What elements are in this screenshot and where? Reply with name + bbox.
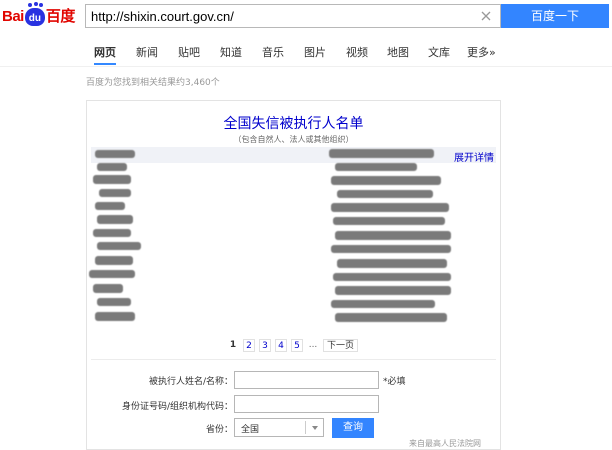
redaction-block bbox=[331, 176, 441, 185]
tab-video[interactable]: 视频 bbox=[346, 44, 368, 60]
dishonest-list-card: 全国失信被执行人名单 （包含自然人、法人或其他组织） 展开详情 1 2 3 4 … bbox=[86, 100, 501, 450]
redaction-block bbox=[333, 273, 451, 281]
next-page-button[interactable]: 下一页 bbox=[323, 338, 359, 352]
redaction-block bbox=[337, 190, 433, 198]
source-note: 来自最高人民法院网 bbox=[409, 439, 481, 448]
redaction-block bbox=[97, 163, 127, 171]
redaction-block bbox=[331, 300, 435, 308]
page-ellipsis: ... bbox=[308, 339, 318, 350]
search-box bbox=[85, 4, 501, 28]
search-input[interactable] bbox=[86, 5, 466, 27]
name-label: 被执行人姓名/名称： bbox=[148, 377, 233, 387]
logo-text-du: du bbox=[28, 12, 41, 24]
redaction-block bbox=[335, 286, 451, 295]
id-input[interactable] bbox=[234, 395, 379, 413]
tab-images[interactable]: 图片 bbox=[304, 44, 326, 60]
redaction-block bbox=[335, 231, 451, 240]
redaction-block bbox=[331, 203, 449, 212]
redaction-block bbox=[95, 202, 125, 210]
header-bar: Bai du 百度 百度一下 bbox=[0, 0, 612, 34]
redaction-block bbox=[335, 163, 417, 171]
tab-tieba[interactable]: 贴吧 bbox=[178, 44, 200, 60]
redaction-block bbox=[337, 259, 447, 268]
required-hint: *必填 bbox=[383, 377, 406, 387]
active-tab-indicator bbox=[94, 63, 116, 65]
query-button[interactable]: 查询 bbox=[332, 418, 374, 438]
logo-text-baidu-cn: 百度 bbox=[45, 8, 76, 25]
page-4[interactable]: 4 bbox=[275, 338, 287, 352]
select-divider bbox=[305, 421, 306, 434]
card-subtitle: （包含自然人、法人或其他组织） bbox=[233, 135, 354, 144]
tab-music[interactable]: 音乐 bbox=[262, 44, 284, 60]
tab-wenku[interactable]: 文库 bbox=[428, 44, 450, 60]
expand-details-link[interactable]: 展开详情 bbox=[454, 149, 494, 164]
card-title[interactable]: 全国失信被执行人名单 bbox=[87, 113, 500, 133]
tabs-divider bbox=[0, 66, 612, 67]
clear-icon[interactable] bbox=[479, 9, 493, 23]
redaction-block bbox=[93, 284, 123, 293]
province-label: 省份： bbox=[205, 425, 233, 435]
redaction-block bbox=[95, 256, 133, 265]
tab-news[interactable]: 新闻 bbox=[136, 44, 158, 60]
page-5[interactable]: 5 bbox=[291, 338, 303, 352]
tab-zhidao[interactable]: 知道 bbox=[220, 44, 242, 60]
redaction-block bbox=[329, 149, 434, 158]
redaction-block bbox=[97, 298, 131, 306]
id-label: 身份证号码/组织机构代码： bbox=[121, 402, 233, 412]
tab-more[interactable]: 更多» bbox=[467, 44, 496, 60]
search-button[interactable]: 百度一下 bbox=[501, 4, 609, 28]
redaction-block bbox=[331, 245, 451, 253]
baidu-logo[interactable]: Bai du 百度 bbox=[2, 3, 76, 28]
redaction-block bbox=[89, 270, 135, 278]
pagination: 1 2 3 4 5 ... 下一页 bbox=[227, 338, 362, 352]
page-2[interactable]: 2 bbox=[243, 338, 255, 352]
redaction-block bbox=[333, 217, 445, 225]
tab-map[interactable]: 地图 bbox=[387, 44, 409, 60]
redaction-block bbox=[335, 313, 447, 322]
form-divider bbox=[91, 359, 496, 360]
name-input[interactable] bbox=[234, 371, 379, 389]
result-count: 百度为您找到相关结果约3,460个 bbox=[86, 78, 220, 88]
province-select-value: 全国 bbox=[241, 425, 260, 435]
search-tabs: 网页 新闻 贴吧 知道 音乐 图片 视频 地图 文库 更多» bbox=[0, 36, 612, 66]
redaction-block bbox=[95, 150, 135, 158]
redaction-block bbox=[99, 189, 131, 197]
table-header: 展开详情 bbox=[91, 147, 496, 164]
paw-icon: du bbox=[24, 3, 45, 26]
redaction-block bbox=[95, 312, 135, 321]
logo-text-bai: Bai bbox=[2, 8, 24, 25]
chevron-down-icon bbox=[312, 426, 318, 430]
redaction-block bbox=[97, 215, 133, 224]
redaction-block bbox=[93, 229, 131, 237]
province-select[interactable]: 全国 bbox=[234, 418, 324, 437]
page-3[interactable]: 3 bbox=[259, 338, 271, 352]
page-1: 1 bbox=[229, 339, 237, 350]
redaction-block bbox=[93, 175, 131, 184]
tab-web[interactable]: 网页 bbox=[94, 44, 116, 60]
redaction-block bbox=[97, 242, 141, 250]
